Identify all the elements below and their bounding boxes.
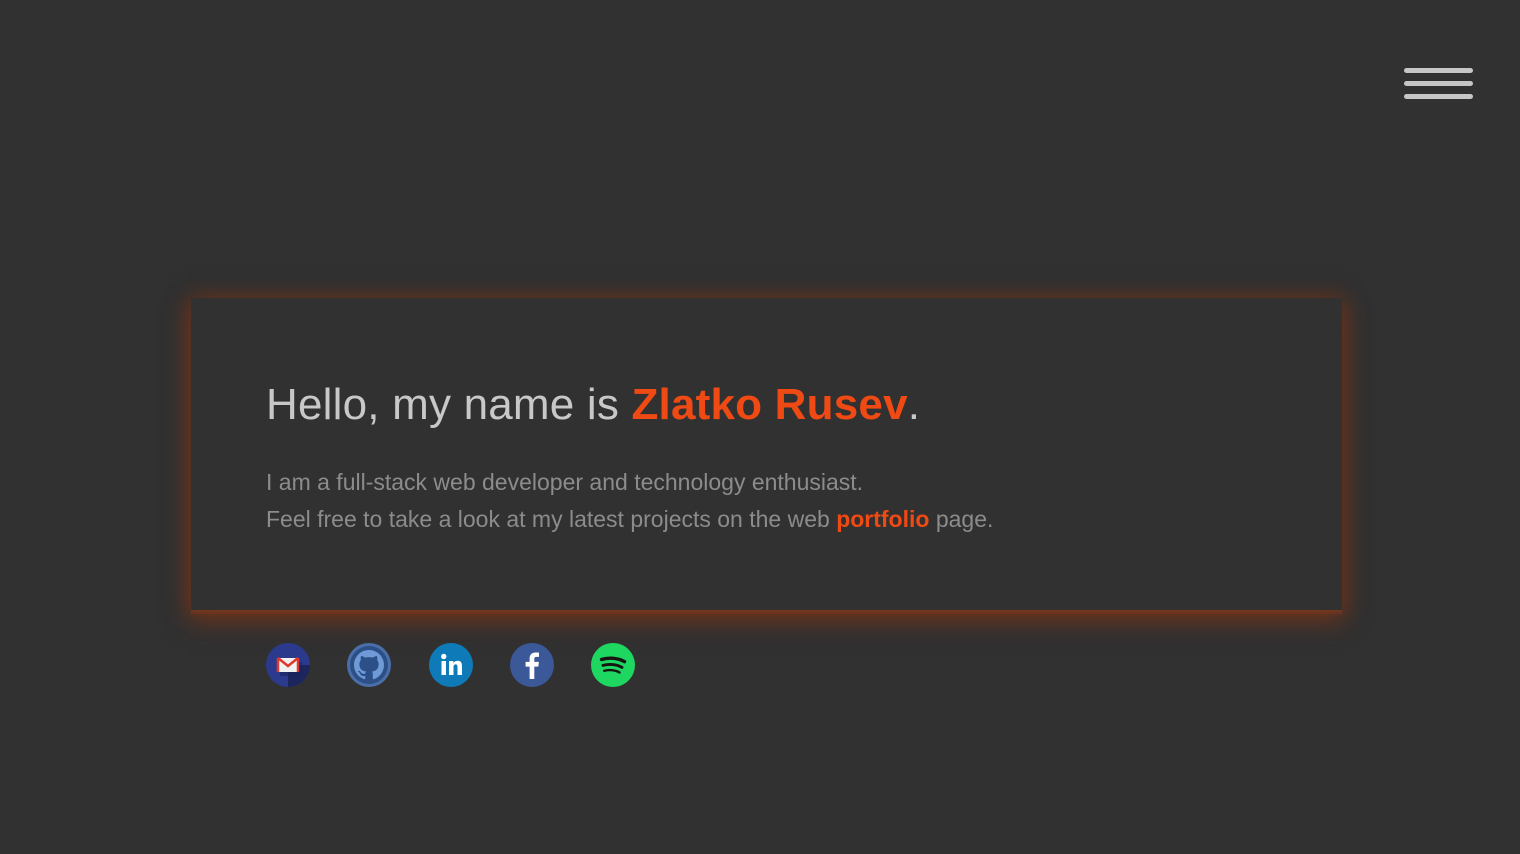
intro-text: I am a full-stack web developer and tech… — [266, 464, 993, 538]
linkedin-icon[interactable] — [429, 643, 473, 687]
github-icon[interactable] — [347, 643, 391, 687]
intro-line-2-suffix: page. — [929, 506, 994, 532]
intro-line-2-prefix: Feel free to take a look at my latest pr… — [266, 506, 837, 532]
page-title: Hello, my name is Zlatko Rusev. — [266, 380, 920, 430]
hamburger-menu-icon[interactable] — [1404, 68, 1474, 102]
greeting-prefix: Hello, my name is — [266, 380, 632, 429]
menu-bar-bottom — [1404, 94, 1473, 99]
gmail-icon[interactable] — [266, 643, 310, 687]
menu-bar-middle — [1404, 81, 1473, 86]
facebook-icon[interactable] — [510, 643, 554, 687]
intro-card: Hello, my name is Zlatko Rusev. I am a f… — [191, 298, 1342, 616]
intro-line-1: I am a full-stack web developer and tech… — [266, 469, 864, 495]
portfolio-link[interactable]: portfolio — [836, 506, 929, 532]
greeting-suffix: . — [907, 380, 921, 429]
spotify-icon[interactable] — [591, 643, 635, 687]
developer-name: Zlatko Rusev — [631, 380, 908, 429]
menu-bar-top — [1404, 68, 1473, 73]
page: Hello, my name is Zlatko Rusev. I am a f… — [0, 0, 1520, 854]
